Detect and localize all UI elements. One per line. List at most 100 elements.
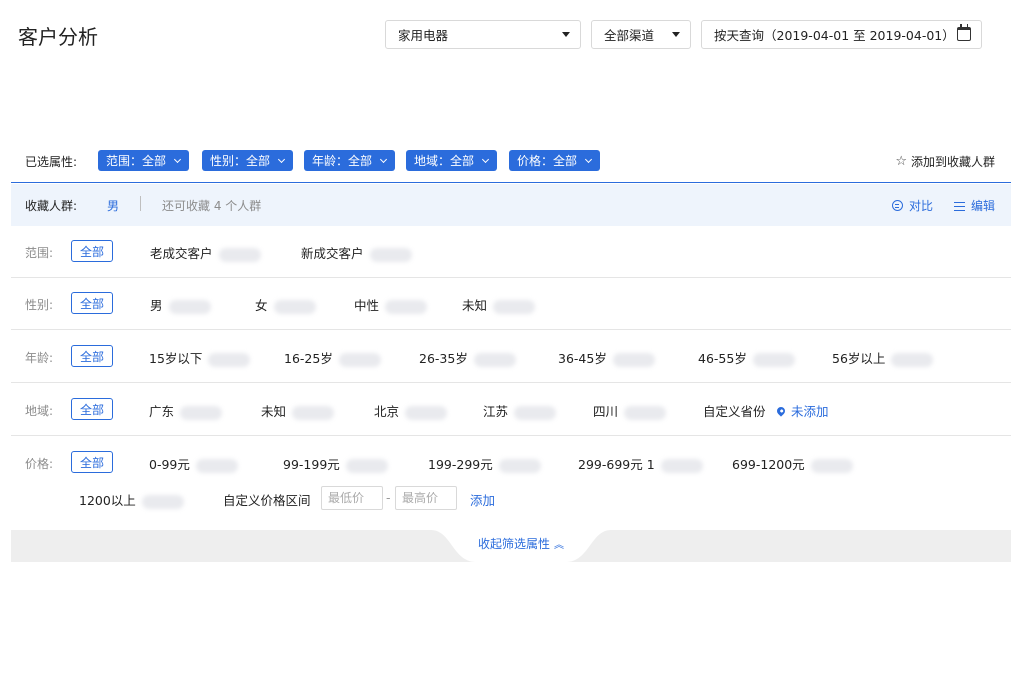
option-label: 99-199元 <box>283 457 340 472</box>
blurred-value <box>405 405 448 420</box>
blurred-value <box>345 458 388 473</box>
blurred-value <box>338 352 381 367</box>
gender-option-unknown[interactable]: 未知 <box>462 295 536 314</box>
price-option-3[interactable]: 199-299元 <box>428 454 541 473</box>
min-price-input[interactable] <box>321 486 383 510</box>
option-label: 老成交客户 <box>150 246 213 261</box>
category-select[interactable]: 家用电器 <box>385 20 581 49</box>
collection-remaining: 还可收藏 4 个人群 <box>162 199 262 213</box>
blurred-value <box>473 352 516 367</box>
tag-price-label: 价格：全部 <box>517 154 578 168</box>
blurred-value <box>369 247 412 262</box>
price-option-4[interactable]: 299-699元 1 <box>578 454 703 473</box>
category-select-value: 家用电器 <box>398 28 449 43</box>
age-option-4[interactable]: 36-45岁 <box>558 348 655 367</box>
calendar-icon[interactable] <box>957 24 971 41</box>
tag-gender[interactable]: 性别：全部 <box>202 150 294 171</box>
blurred-value <box>273 299 316 314</box>
option-label: 男 <box>150 298 163 313</box>
region-option-guangdong[interactable]: 广东 <box>149 401 223 420</box>
compare-button[interactable]: 对比 <box>891 197 933 214</box>
option-label: 未知 <box>261 404 287 419</box>
blurred-value <box>385 299 428 314</box>
collection-label: 收藏人群: <box>25 199 78 213</box>
price-all-button[interactable]: 全部 <box>71 451 113 473</box>
double-chevron-up-icon: ︽ <box>554 540 564 551</box>
gender-option-neutral[interactable]: 中性 <box>354 295 428 314</box>
blurred-value <box>493 299 536 314</box>
chevron-down-icon <box>584 155 593 163</box>
date-range-value: 按天查询（2019-04-01 至 2019-04-01） <box>714 28 955 43</box>
price-option-5[interactable]: 699-1200元 <box>732 454 853 473</box>
option-label: 未知 <box>462 298 488 313</box>
age-option-5[interactable]: 46-55岁 <box>698 348 795 367</box>
divider <box>140 196 141 211</box>
option-label: 广东 <box>149 404 175 419</box>
option-label: 女 <box>255 298 268 313</box>
blurred-value <box>660 458 703 473</box>
add-to-collection-label: 添加到收藏人群 <box>910 155 995 169</box>
channel-select[interactable]: 全部渠道 <box>591 20 691 49</box>
tag-region[interactable]: 地域：全部 <box>406 150 498 171</box>
add-province-link[interactable]: 未添加 <box>775 401 829 420</box>
add-province-label: 未添加 <box>791 404 829 419</box>
edit-label: 编辑 <box>970 199 995 213</box>
region-option-unknown[interactable]: 未知 <box>261 401 335 420</box>
selected-attributes-bar: 已选属性: 范围：全部 性别：全部 年龄：全部 地域：全部 价格：全部 ☆ 添加… <box>11 140 1011 183</box>
scope-all-button[interactable]: 全部 <box>71 240 113 262</box>
age-option-2[interactable]: 16-25岁 <box>284 348 381 367</box>
custom-price-label: 自定义价格区间 <box>223 493 311 508</box>
collapse-label-wrap: 收起筛选属性 ︽ <box>431 535 611 552</box>
filter-row-gender: 性别: 全部 男 女 中性 未知 <box>11 278 1011 330</box>
filter-row-age: 年龄: 全部 15岁以下 16-25岁 26-35岁 36-45岁 46-55岁… <box>11 330 1011 383</box>
add-to-collection-button[interactable]: ☆ 添加到收藏人群 <box>895 153 995 170</box>
tag-gender-label: 性别：全部 <box>210 154 271 168</box>
region-option-beijing[interactable]: 北京 <box>374 401 448 420</box>
filter-row-scope: 范围: 全部 老成交客户 新成交客户 <box>11 226 1011 278</box>
max-price-input[interactable] <box>395 486 457 510</box>
collection-item-male[interactable]: 男 <box>107 197 119 214</box>
age-all-button[interactable]: 全部 <box>71 345 113 367</box>
blurred-value <box>514 405 557 420</box>
price-option-6[interactable]: 1200以上 <box>79 490 184 509</box>
option-label: 16-25岁 <box>284 351 333 366</box>
sliders-icon <box>953 201 965 211</box>
add-price-range-button[interactable]: 添加 <box>470 490 495 509</box>
scope-option-old[interactable]: 老成交客户 <box>150 243 261 262</box>
tag-age[interactable]: 年龄：全部 <box>304 150 396 171</box>
gender-option-female[interactable]: 女 <box>255 295 316 314</box>
collapse-label: 收起筛选属性 <box>477 537 550 551</box>
price-option-2[interactable]: 99-199元 <box>283 454 388 473</box>
gender-all-button[interactable]: 全部 <box>71 292 113 314</box>
region-all-button[interactable]: 全部 <box>71 398 113 420</box>
blurred-value <box>218 247 261 262</box>
option-label: 江苏 <box>483 404 509 419</box>
chevron-down-icon <box>173 155 182 163</box>
age-option-6[interactable]: 56岁以上 <box>832 348 934 367</box>
price-option-1[interactable]: 0-99元 <box>149 454 238 473</box>
scope-option-new[interactable]: 新成交客户 <box>301 243 412 262</box>
region-option-jiangsu[interactable]: 江苏 <box>483 401 557 420</box>
date-range-picker[interactable]: 按天查询（2019-04-01 至 2019-04-01） <box>701 20 982 49</box>
gender-option-male[interactable]: 男 <box>150 295 211 314</box>
tag-scope[interactable]: 范围：全部 <box>98 150 190 171</box>
caret-down-icon <box>672 32 680 37</box>
collapse-filters-button[interactable]: 收起筛选属性 ︽ <box>431 530 611 562</box>
option-label: 299-699元 <box>578 457 643 472</box>
blurred-value <box>180 405 223 420</box>
age-option-1[interactable]: 15岁以下 <box>149 348 251 367</box>
option-label: 四川 <box>593 404 619 419</box>
region-option-sichuan[interactable]: 四川 <box>593 401 667 420</box>
filter-row-price: 价格: 全部 0-99元 99-199元 199-299元 299-699元 1… <box>11 436 1011 530</box>
option-label: 北京 <box>374 404 400 419</box>
tag-age-label: 年龄：全部 <box>312 154 373 168</box>
selected-attributes-label: 已选属性: <box>25 155 78 169</box>
option-label: 699-1200元 <box>732 457 805 472</box>
filter-label-region: 地域: <box>25 404 54 418</box>
edit-button[interactable]: 编辑 <box>953 197 995 214</box>
age-option-3[interactable]: 26-35岁 <box>419 348 516 367</box>
option-label: 199-299元 <box>428 457 493 472</box>
option-label: 46-55岁 <box>698 351 747 366</box>
compare-icon <box>891 200 903 211</box>
tag-price[interactable]: 价格：全部 <box>509 150 601 171</box>
